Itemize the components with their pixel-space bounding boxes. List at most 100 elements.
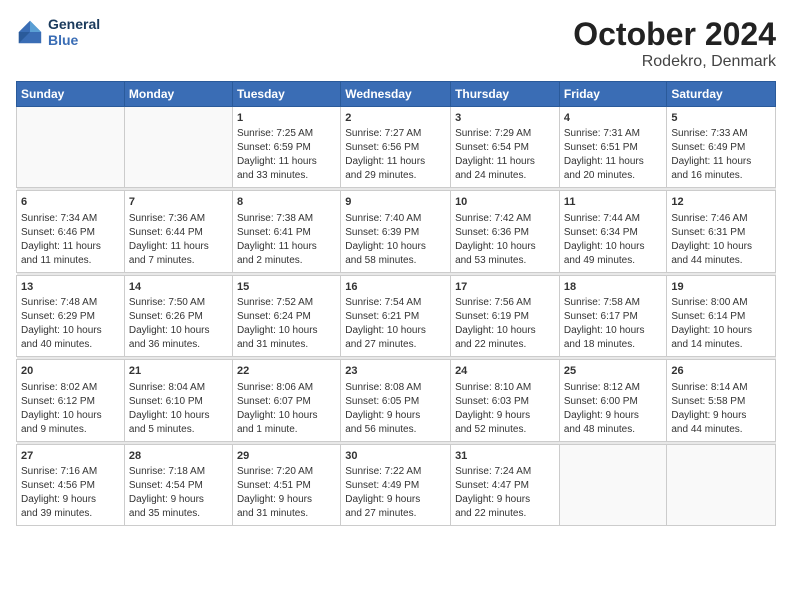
day-number: 9 xyxy=(345,195,446,210)
day-cell-0-6: 5Sunrise: 7:33 AM Sunset: 6:49 PM Daylig… xyxy=(667,107,776,188)
header-saturday: Saturday xyxy=(667,82,776,107)
day-number: 11 xyxy=(564,195,663,210)
day-cell-1-0: 6 Sunrise: 7:34 AM Sunset: 6:46 PM Daylig… xyxy=(17,191,125,272)
day-info: Sunrise: 7:52 AM Sunset: 6:24 PM Dayligh… xyxy=(237,296,336,352)
day-cell-4-3: 30Sunrise: 7:22 AM Sunset: 4:49 PM Dayli… xyxy=(341,444,451,525)
day-number: 27 xyxy=(21,449,120,464)
day-cell-2-0: 13Sunrise: 7:48 AM Sunset: 6:29 PM Dayli… xyxy=(17,275,125,356)
header-friday: Friday xyxy=(559,82,667,107)
day-info: Sunrise: 7:54 AM Sunset: 6:21 PM Dayligh… xyxy=(345,296,446,352)
day-cell-0-4: 3Sunrise: 7:29 AM Sunset: 6:54 PM Daylig… xyxy=(451,107,560,188)
week-row-2: 6 Sunrise: 7:34 AM Sunset: 6:46 PM Daylig… xyxy=(17,191,776,272)
day-cell-2-5: 18Sunrise: 7:58 AM Sunset: 6:17 PM Dayli… xyxy=(559,275,667,356)
day-info: Sunrise: 7:20 AM Sunset: 4:51 PM Dayligh… xyxy=(237,465,336,521)
subtitle: Rodekro, Denmark xyxy=(573,53,776,71)
day-number: 15 xyxy=(237,280,336,295)
day-number: 19 xyxy=(671,280,771,295)
day-info: Sunrise: 8:00 AM Sunset: 6:14 PM Dayligh… xyxy=(671,296,771,352)
calendar-body: 1Sunrise: 7:25 AM Sunset: 6:59 PM Daylig… xyxy=(17,107,776,526)
day-number: 6 xyxy=(21,195,120,210)
header-row: Sunday Monday Tuesday Wednesday Thursday… xyxy=(17,82,776,107)
day-info: Sunrise: 8:06 AM Sunset: 6:07 PM Dayligh… xyxy=(237,381,336,437)
header-tuesday: Tuesday xyxy=(232,82,340,107)
day-cell-1-5: 11 Sunrise: 7:44 AM Sunset: 6:34 PM Dayli… xyxy=(559,191,667,272)
day-info: Sunrise: 7:22 AM Sunset: 4:49 PM Dayligh… xyxy=(345,465,446,521)
day-info: Sunrise: 7:25 AM Sunset: 6:59 PM Dayligh… xyxy=(237,127,336,183)
day-cell-2-6: 19Sunrise: 8:00 AM Sunset: 6:14 PM Dayli… xyxy=(667,275,776,356)
day-info: Sunrise: 7:42 AM Sunset: 6:36 PM Dayligh… xyxy=(455,212,555,268)
day-cell-3-3: 23Sunrise: 8:08 AM Sunset: 6:05 PM Dayli… xyxy=(341,360,451,441)
logo: General Blue xyxy=(16,16,100,48)
day-number: 13 xyxy=(21,280,120,295)
week-row-5: 27Sunrise: 7:16 AM Sunset: 4:56 PM Dayli… xyxy=(17,444,776,525)
day-cell-4-0: 27Sunrise: 7:16 AM Sunset: 4:56 PM Dayli… xyxy=(17,444,125,525)
day-cell-1-4: 10 Sunrise: 7:42 AM Sunset: 6:36 PM Dayli… xyxy=(451,191,560,272)
day-number: 3 xyxy=(455,111,555,126)
day-number: 7 xyxy=(129,195,228,210)
day-info: Sunrise: 7:46 AM Sunset: 6:31 PM Dayligh… xyxy=(671,212,771,268)
day-cell-3-4: 24 Sunrise: 8:10 AM Sunset: 6:03 PM Dayli… xyxy=(451,360,560,441)
day-number: 31 xyxy=(455,449,555,464)
day-cell-1-1: 7 Sunrise: 7:36 AM Sunset: 6:44 PM Daylig… xyxy=(124,191,232,272)
week-row-1: 1Sunrise: 7:25 AM Sunset: 6:59 PM Daylig… xyxy=(17,107,776,188)
day-info: Sunrise: 7:27 AM Sunset: 6:56 PM Dayligh… xyxy=(345,127,446,183)
calendar-header: Sunday Monday Tuesday Wednesday Thursday… xyxy=(17,82,776,107)
header-sunday: Sunday xyxy=(17,82,125,107)
day-info: Sunrise: 7:36 AM Sunset: 6:44 PM Dayligh… xyxy=(129,212,228,268)
day-number: 16 xyxy=(345,280,446,295)
day-number: 17 xyxy=(455,280,555,295)
logo-icon xyxy=(16,18,44,46)
day-number: 12 xyxy=(671,195,771,210)
day-info: Sunrise: 8:10 AM Sunset: 6:03 PM Dayligh… xyxy=(455,381,555,437)
day-cell-3-2: 22 Sunrise: 8:06 AM Sunset: 6:07 PM Dayli… xyxy=(232,360,340,441)
week-row-3: 13Sunrise: 7:48 AM Sunset: 6:29 PM Dayli… xyxy=(17,275,776,356)
day-cell-4-2: 29Sunrise: 7:20 AM Sunset: 4:51 PM Dayli… xyxy=(232,444,340,525)
day-info: Sunrise: 7:31 AM Sunset: 6:51 PM Dayligh… xyxy=(564,127,663,183)
logo-text: General Blue xyxy=(48,16,100,48)
day-cell-4-6 xyxy=(667,444,776,525)
day-info: Sunrise: 7:38 AM Sunset: 6:41 PM Dayligh… xyxy=(237,212,336,268)
day-info: Sunrise: 7:24 AM Sunset: 4:47 PM Dayligh… xyxy=(455,465,555,521)
day-number: 1 xyxy=(237,111,336,126)
day-cell-4-4: 31Sunrise: 7:24 AM Sunset: 4:47 PM Dayli… xyxy=(451,444,560,525)
day-cell-2-4: 17Sunrise: 7:56 AM Sunset: 6:19 PM Dayli… xyxy=(451,275,560,356)
day-info: Sunrise: 8:04 AM Sunset: 6:10 PM Dayligh… xyxy=(129,381,228,437)
day-cell-3-6: 26 Sunrise: 8:14 AM Sunset: 5:58 PM Dayli… xyxy=(667,360,776,441)
calendar: Sunday Monday Tuesday Wednesday Thursday… xyxy=(16,81,776,526)
day-cell-1-3: 9 Sunrise: 7:40 AM Sunset: 6:39 PM Daylig… xyxy=(341,191,451,272)
day-info: Sunrise: 7:40 AM Sunset: 6:39 PM Dayligh… xyxy=(345,212,446,268)
day-number: 24 xyxy=(455,364,555,379)
day-cell-0-2: 1Sunrise: 7:25 AM Sunset: 6:59 PM Daylig… xyxy=(232,107,340,188)
day-info: Sunrise: 7:48 AM Sunset: 6:29 PM Dayligh… xyxy=(21,296,120,352)
day-number: 10 xyxy=(455,195,555,210)
title-block: October 2024 Rodekro, Denmark xyxy=(573,16,776,71)
day-cell-4-5 xyxy=(559,444,667,525)
day-info: Sunrise: 7:58 AM Sunset: 6:17 PM Dayligh… xyxy=(564,296,663,352)
day-info: Sunrise: 7:29 AM Sunset: 6:54 PM Dayligh… xyxy=(455,127,555,183)
day-number: 28 xyxy=(129,449,228,464)
day-cell-3-5: 25Sunrise: 8:12 AM Sunset: 6:00 PM Dayli… xyxy=(559,360,667,441)
day-info: Sunrise: 7:33 AM Sunset: 6:49 PM Dayligh… xyxy=(671,127,771,183)
day-number: 2 xyxy=(345,111,446,126)
day-info: Sunrise: 7:50 AM Sunset: 6:26 PM Dayligh… xyxy=(129,296,228,352)
day-cell-2-3: 16Sunrise: 7:54 AM Sunset: 6:21 PM Dayli… xyxy=(341,275,451,356)
day-cell-1-2: 8 Sunrise: 7:38 AM Sunset: 6:41 PM Daylig… xyxy=(232,191,340,272)
day-cell-0-3: 2Sunrise: 7:27 AM Sunset: 6:56 PM Daylig… xyxy=(341,107,451,188)
day-info: Sunrise: 8:14 AM Sunset: 5:58 PM Dayligh… xyxy=(671,381,771,437)
day-info: Sunrise: 8:02 AM Sunset: 6:12 PM Dayligh… xyxy=(21,381,120,437)
day-number: 26 xyxy=(671,364,771,379)
day-number: 29 xyxy=(237,449,336,464)
day-info: Sunrise: 8:12 AM Sunset: 6:00 PM Dayligh… xyxy=(564,381,663,437)
page: General Blue October 2024 Rodekro, Denma… xyxy=(0,0,792,612)
day-cell-2-1: 14Sunrise: 7:50 AM Sunset: 6:26 PM Dayli… xyxy=(124,275,232,356)
week-row-4: 20Sunrise: 8:02 AM Sunset: 6:12 PM Dayli… xyxy=(17,360,776,441)
day-info: Sunrise: 7:44 AM Sunset: 6:34 PM Dayligh… xyxy=(564,212,663,268)
day-number: 8 xyxy=(237,195,336,210)
day-number: 5 xyxy=(671,111,771,126)
header-thursday: Thursday xyxy=(451,82,560,107)
day-cell-0-0 xyxy=(17,107,125,188)
day-info: Sunrise: 8:08 AM Sunset: 6:05 PM Dayligh… xyxy=(345,381,446,437)
day-info: Sunrise: 7:16 AM Sunset: 4:56 PM Dayligh… xyxy=(21,465,120,521)
day-info: Sunrise: 7:34 AM Sunset: 6:46 PM Dayligh… xyxy=(21,212,120,268)
day-number: 22 xyxy=(237,364,336,379)
